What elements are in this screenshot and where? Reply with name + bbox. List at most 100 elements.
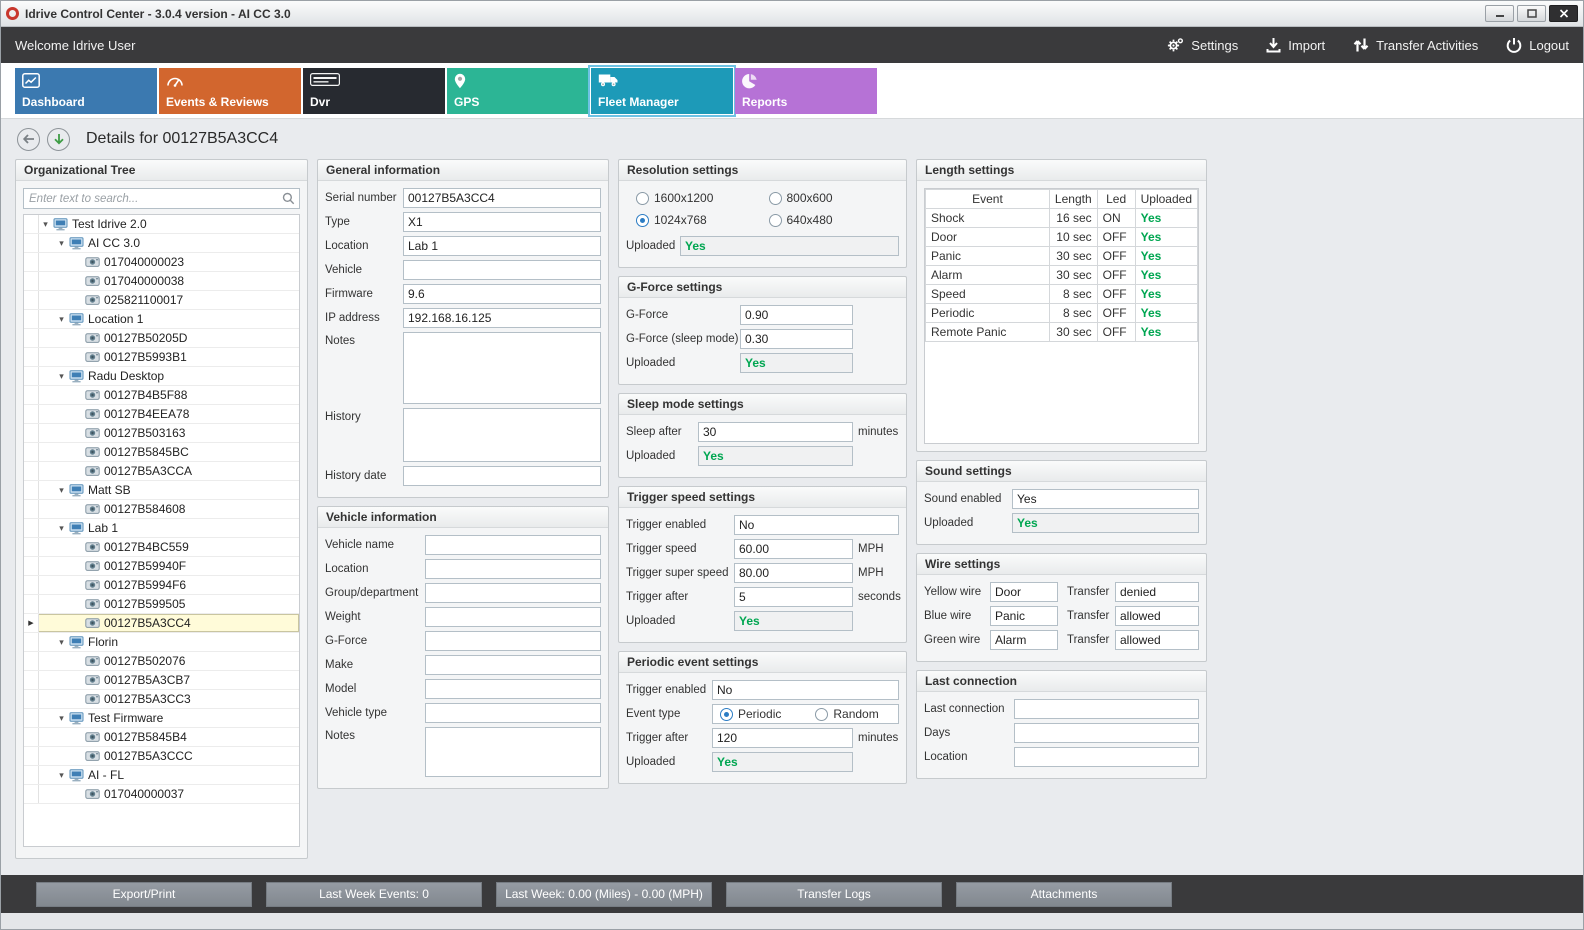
resolution-option-800x600[interactable]: 800x600: [769, 191, 898, 205]
field-history-textarea[interactable]: [403, 408, 601, 462]
tree-node-00127b502076[interactable]: 00127B502076: [24, 652, 299, 671]
back-button[interactable]: [17, 128, 40, 151]
tree-node-radu-desktop[interactable]: ▾Radu Desktop: [24, 367, 299, 386]
toolbar-action-import[interactable]: Import: [1266, 37, 1325, 53]
field-trigger-speed-input[interactable]: [734, 539, 853, 559]
tree-node-017040000037[interactable]: 017040000037: [24, 785, 299, 804]
field-trigger-after-input[interactable]: [734, 587, 853, 607]
field-trigger-super-speed-input[interactable]: [734, 563, 853, 583]
tree-node-00127b5a3cb7[interactable]: 00127B5A3CB7: [24, 671, 299, 690]
tree-node-00127b5a3cc4[interactable]: ▶00127B5A3CC4: [24, 614, 299, 633]
radio-option-random[interactable]: Random: [815, 707, 878, 721]
tree-node-00127b599505[interactable]: 00127B599505: [24, 595, 299, 614]
tree-node-test-idrive-2-0[interactable]: ▾Test Idrive 2.0: [24, 215, 299, 234]
expander-icon[interactable]: ▾: [55, 637, 68, 648]
tree-node-00127b5993b1[interactable]: 00127B5993B1: [24, 348, 299, 367]
scroll-down-button[interactable]: [47, 128, 70, 151]
wire-transfer-input-green-wire[interactable]: [1115, 630, 1199, 650]
tree-node-00127b5845b4[interactable]: 00127B5845B4: [24, 728, 299, 747]
tab-fleet-manager[interactable]: Fleet Manager: [591, 68, 733, 114]
field-trigger-after-input[interactable]: [712, 728, 853, 748]
length-column-header-event[interactable]: Event: [926, 190, 1050, 209]
expander-icon[interactable]: ▾: [55, 713, 68, 724]
resolution-option-640x480[interactable]: 640x480: [769, 213, 898, 227]
field-model-input[interactable]: [425, 679, 601, 699]
field-notes-textarea[interactable]: [425, 727, 601, 777]
resolution-option-1024x768[interactable]: 1024x768: [636, 213, 765, 227]
bottom-button-export-print[interactable]: Export/Print: [36, 882, 252, 907]
expander-icon[interactable]: ▾: [55, 314, 68, 325]
field-vehicle-name-input[interactable]: [425, 535, 601, 555]
field-g-force-sleep-mode-input[interactable]: [740, 329, 853, 349]
wire-event-input-yellow-wire[interactable]: [990, 582, 1058, 602]
field-serial-number-input[interactable]: [403, 188, 601, 208]
tree-node-ai-cc-3-0[interactable]: ▾AI CC 3.0: [24, 234, 299, 253]
field-sleep-after-input[interactable]: [698, 422, 853, 442]
field-firmware-input[interactable]: [403, 284, 601, 304]
tab-gps[interactable]: GPS: [447, 68, 589, 114]
tree-node-00127b5845bc[interactable]: 00127B5845BC: [24, 443, 299, 462]
length-table-row-shock[interactable]: Shock16 secONYes: [926, 209, 1198, 228]
tree-node-location-1[interactable]: ▾Location 1: [24, 310, 299, 329]
tree-node-017040000038[interactable]: 017040000038: [24, 272, 299, 291]
tree-node-lab-1[interactable]: ▾Lab 1: [24, 519, 299, 538]
toolbar-action-settings[interactable]: Settings: [1167, 37, 1238, 53]
tree-node-00127b4bc559[interactable]: 00127B4BC559: [24, 538, 299, 557]
tab-dvr[interactable]: Dvr: [303, 68, 445, 114]
bottom-button-last-week-0-00-miles-0-00-mph[interactable]: Last Week: 0.00 (Miles) - 0.00 (MPH): [496, 882, 712, 907]
field-location-input[interactable]: [425, 559, 601, 579]
tree-node-00127b4b5f88[interactable]: 00127B4B5F88: [24, 386, 299, 405]
bottom-button-transfer-logs[interactable]: Transfer Logs: [726, 882, 942, 907]
field-sound-enabled-input[interactable]: [1012, 489, 1199, 509]
field-vehicle-input[interactable]: [403, 260, 601, 280]
tree-node-00127b5994f6[interactable]: 00127B5994F6: [24, 576, 299, 595]
tree-node-00127b4eea78[interactable]: 00127B4EEA78: [24, 405, 299, 424]
field-trigger-enabled-input[interactable]: [712, 680, 899, 700]
field-history-date-input[interactable]: [403, 466, 601, 486]
field-location-input[interactable]: [403, 236, 601, 256]
field-weight-input[interactable]: [425, 607, 601, 627]
expander-icon[interactable]: ▾: [55, 371, 68, 382]
minimize-button[interactable]: [1485, 5, 1514, 22]
tree-node-00127b503163[interactable]: 00127B503163: [24, 424, 299, 443]
tree-node-matt-sb[interactable]: ▾Matt SB: [24, 481, 299, 500]
field-group-department-input[interactable]: [425, 583, 601, 603]
tree-search-input[interactable]: [23, 188, 300, 209]
tab-events-reviews[interactable]: Events & Reviews: [159, 68, 301, 114]
field-notes-textarea[interactable]: [403, 332, 601, 404]
wire-event-input-green-wire[interactable]: [990, 630, 1058, 650]
length-column-header-uploaded[interactable]: Uploaded: [1135, 190, 1197, 209]
maximize-button[interactable]: [1517, 5, 1546, 22]
radio-800x600[interactable]: [769, 192, 782, 205]
tree-node-00127b5a3ccc[interactable]: 00127B5A3CCC: [24, 747, 299, 766]
tree-node-00127b59940f[interactable]: 00127B59940F: [24, 557, 299, 576]
expander-icon[interactable]: ▾: [55, 238, 68, 249]
radio-1600x1200[interactable]: [636, 192, 649, 205]
field-make-input[interactable]: [425, 655, 601, 675]
tree-node-test-firmware[interactable]: ▾Test Firmware: [24, 709, 299, 728]
length-table-row-remote-panic[interactable]: Remote Panic30 secOFFYes: [926, 323, 1198, 342]
length-table-row-speed[interactable]: Speed8 secOFFYes: [926, 285, 1198, 304]
wire-event-input-blue-wire[interactable]: [990, 606, 1058, 626]
expander-icon[interactable]: ▾: [55, 523, 68, 534]
tree-node-00127b50205d[interactable]: 00127B50205D: [24, 329, 299, 348]
tab-dashboard[interactable]: Dashboard: [15, 68, 157, 114]
field-g-force-input[interactable]: [740, 305, 853, 325]
wire-transfer-input-blue-wire[interactable]: [1115, 606, 1199, 626]
length-column-header-led[interactable]: Led: [1097, 190, 1135, 209]
tree-node-00127b584608[interactable]: 00127B584608: [24, 500, 299, 519]
toolbar-action-logout[interactable]: Logout: [1506, 37, 1569, 53]
bottom-button-attachments[interactable]: Attachments: [956, 882, 1172, 907]
radio-1024x768[interactable]: [636, 214, 649, 227]
tree-node-ai-fl[interactable]: ▾AI - FL: [24, 766, 299, 785]
expander-icon[interactable]: ▾: [39, 219, 52, 230]
toolbar-action-transfer-activities[interactable]: Transfer Activities: [1353, 37, 1478, 53]
field-vehicle-type-input[interactable]: [425, 703, 601, 723]
field-trigger-enabled-input[interactable]: [734, 515, 899, 535]
radio-640x480[interactable]: [769, 214, 782, 227]
close-button[interactable]: [1549, 5, 1578, 22]
field-g-force-input[interactable]: [425, 631, 601, 651]
length-table-row-periodic[interactable]: Periodic8 secOFFYes: [926, 304, 1198, 323]
field-type-input[interactable]: [403, 212, 601, 232]
length-table-row-door[interactable]: Door10 secOFFYes: [926, 228, 1198, 247]
